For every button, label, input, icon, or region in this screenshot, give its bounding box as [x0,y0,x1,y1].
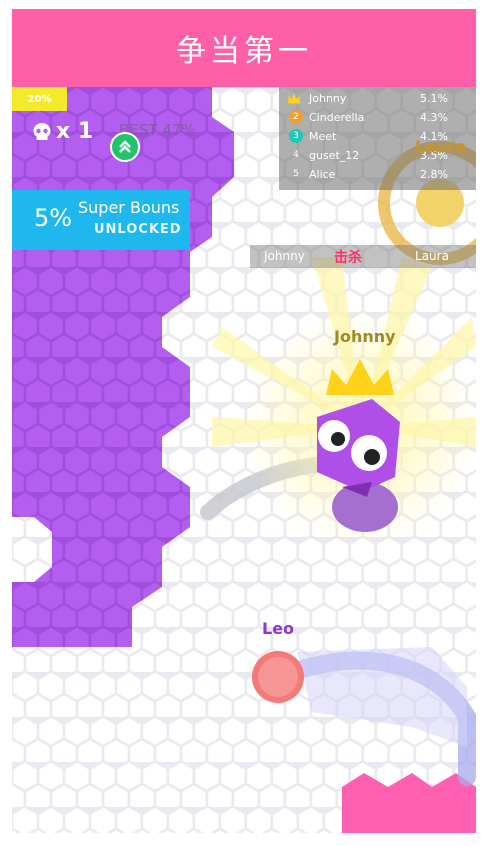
leaderboard-percent: 4.3% [420,111,448,124]
kill-feed-victim: Laura [415,249,449,263]
kill-feed-action: 击杀 [334,250,362,266]
leaderboard-name: Meet [309,130,337,143]
leaderboard-name: Cinderella [309,111,365,124]
leaderboard-percent: 2.8% [420,168,448,181]
kill-feed: Johnny 击杀 Laura [250,245,476,268]
bonus-percent: 5% [34,204,73,232]
leaderboard-name: guset_12 [309,149,360,162]
skull-icon [33,122,51,140]
lives-label: x 1 [56,119,94,144]
johnny-name-label: Johnny [334,327,396,346]
crown-icon [287,93,301,104]
double-chevron-up-icon [119,140,131,153]
banner-title: 争当第一 [12,9,476,87]
progress-bar: 20% [12,87,67,111]
leaderboard-rank: 2 [289,110,303,124]
leaderboard-row: 5 Alice 2.8% [279,165,476,184]
leaderboard-rank: 4 [293,150,299,160]
level-up-badge[interactable] [110,132,140,162]
laura-name-label: Laura [415,137,467,156]
leaderboard-rank: 5 [293,169,299,179]
game-frame: 争当第一 20% x 1 BEST 47% 5% Super Bouns UNL… [12,9,476,833]
bonus-title: Super Bouns [78,198,180,217]
leaderboard-rank: 3 [289,129,303,143]
kill-feed-killer: Johnny [264,249,305,263]
leo-name-label: Leo [262,619,295,638]
leaderboard-percent: 5.1% [420,92,448,105]
lives-counter: x 1 [32,119,93,144]
leaderboard-row: 2 Cinderella 4.3% [279,108,476,127]
bonus-panel: 5% Super Bouns UNLOCKED [12,190,190,250]
leaderboard-name: Johnny [309,92,347,105]
leo-character [252,651,304,703]
leaderboard-name: Alice [309,168,336,181]
bonus-status: UNLOCKED [94,222,182,237]
pink-territory [342,773,476,833]
leaderboard-row: Johnny 5.1% [279,89,476,108]
